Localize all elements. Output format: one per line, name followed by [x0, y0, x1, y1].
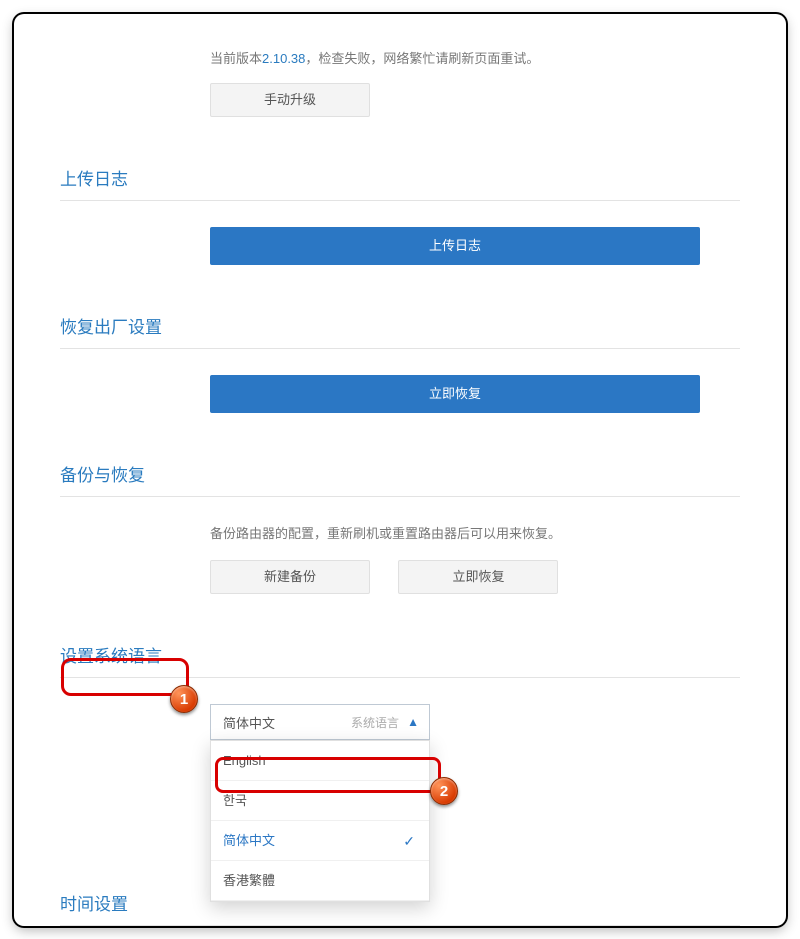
new-backup-button[interactable]: 新建备份: [210, 560, 370, 594]
divider: [60, 496, 740, 497]
version-prefix: 当前版本: [210, 51, 262, 66]
version-number-link[interactable]: 2.10.38: [262, 51, 305, 66]
language-title: 设置系统语言: [60, 642, 740, 677]
language-option-simplified-chinese[interactable]: 简体中文 ✓: [211, 821, 429, 861]
language-option-hk-traditional[interactable]: 香港繁體: [211, 861, 429, 901]
backup-section: 备份与恢复 备份路由器的配置，重新刷机或重置路由器后可以用来恢复。 新建备份 立…: [60, 461, 740, 594]
language-selected-value: 简体中文: [223, 713, 275, 732]
language-options-list: English 한국 简体中文 ✓ 香港繁體: [210, 740, 430, 902]
annotation-badge-2: 2: [430, 777, 458, 805]
backup-buttons-row: 新建备份 立即恢复: [210, 560, 740, 594]
factory-reset-title: 恢复出厂设置: [60, 313, 740, 348]
language-hint: 系统语言: [351, 714, 399, 731]
divider: [60, 348, 740, 349]
chevron-up-icon: ▲: [407, 715, 419, 729]
factory-reset-section: 恢复出厂设置 立即恢复: [60, 313, 740, 413]
divider: [60, 925, 740, 926]
factory-reset-button[interactable]: 立即恢复: [210, 375, 700, 413]
version-suffix: ，检查失败，网络繁忙请刷新页面重试。: [305, 51, 539, 66]
version-status-text: 当前版本2.10.38，检查失败，网络繁忙请刷新页面重试。: [210, 48, 740, 67]
language-option-label: English: [223, 753, 266, 768]
inner-content: 当前版本2.10.38，检查失败，网络繁忙请刷新页面重试。 手动升级 上传日志 …: [14, 14, 786, 926]
backup-description: 备份路由器的配置，重新刷机或重置路由器后可以用来恢复。: [210, 523, 740, 542]
language-section: 设置系统语言 简体中文 系统语言 ▲ English 한국 简体中文: [60, 642, 740, 740]
manual-upgrade-button[interactable]: 手动升级: [210, 83, 370, 117]
divider: [60, 677, 740, 678]
language-select-trigger[interactable]: 简体中文 系统语言 ▲: [210, 704, 430, 740]
upload-log-section: 上传日志 上传日志: [60, 165, 740, 265]
language-dropdown[interactable]: 简体中文 系统语言 ▲ English 한국 简体中文 ✓: [210, 704, 430, 740]
settings-panel: 当前版本2.10.38，检查失败，网络繁忙请刷新页面重试。 手动升级 上传日志 …: [14, 14, 786, 926]
upload-log-title: 上传日志: [60, 165, 740, 200]
upload-log-button[interactable]: 上传日志: [210, 227, 700, 265]
language-option-label: 香港繁體: [223, 873, 275, 888]
annotation-badge-1: 1: [170, 685, 198, 713]
language-option-english[interactable]: English: [211, 741, 429, 781]
backup-title: 备份与恢复: [60, 461, 740, 496]
restore-backup-button[interactable]: 立即恢复: [398, 560, 558, 594]
divider: [60, 200, 740, 201]
check-icon: ✓: [403, 821, 415, 861]
language-option-label: 简体中文: [223, 833, 275, 848]
language-option-label: 한국: [223, 793, 247, 808]
language-option-korean[interactable]: 한국: [211, 781, 429, 821]
